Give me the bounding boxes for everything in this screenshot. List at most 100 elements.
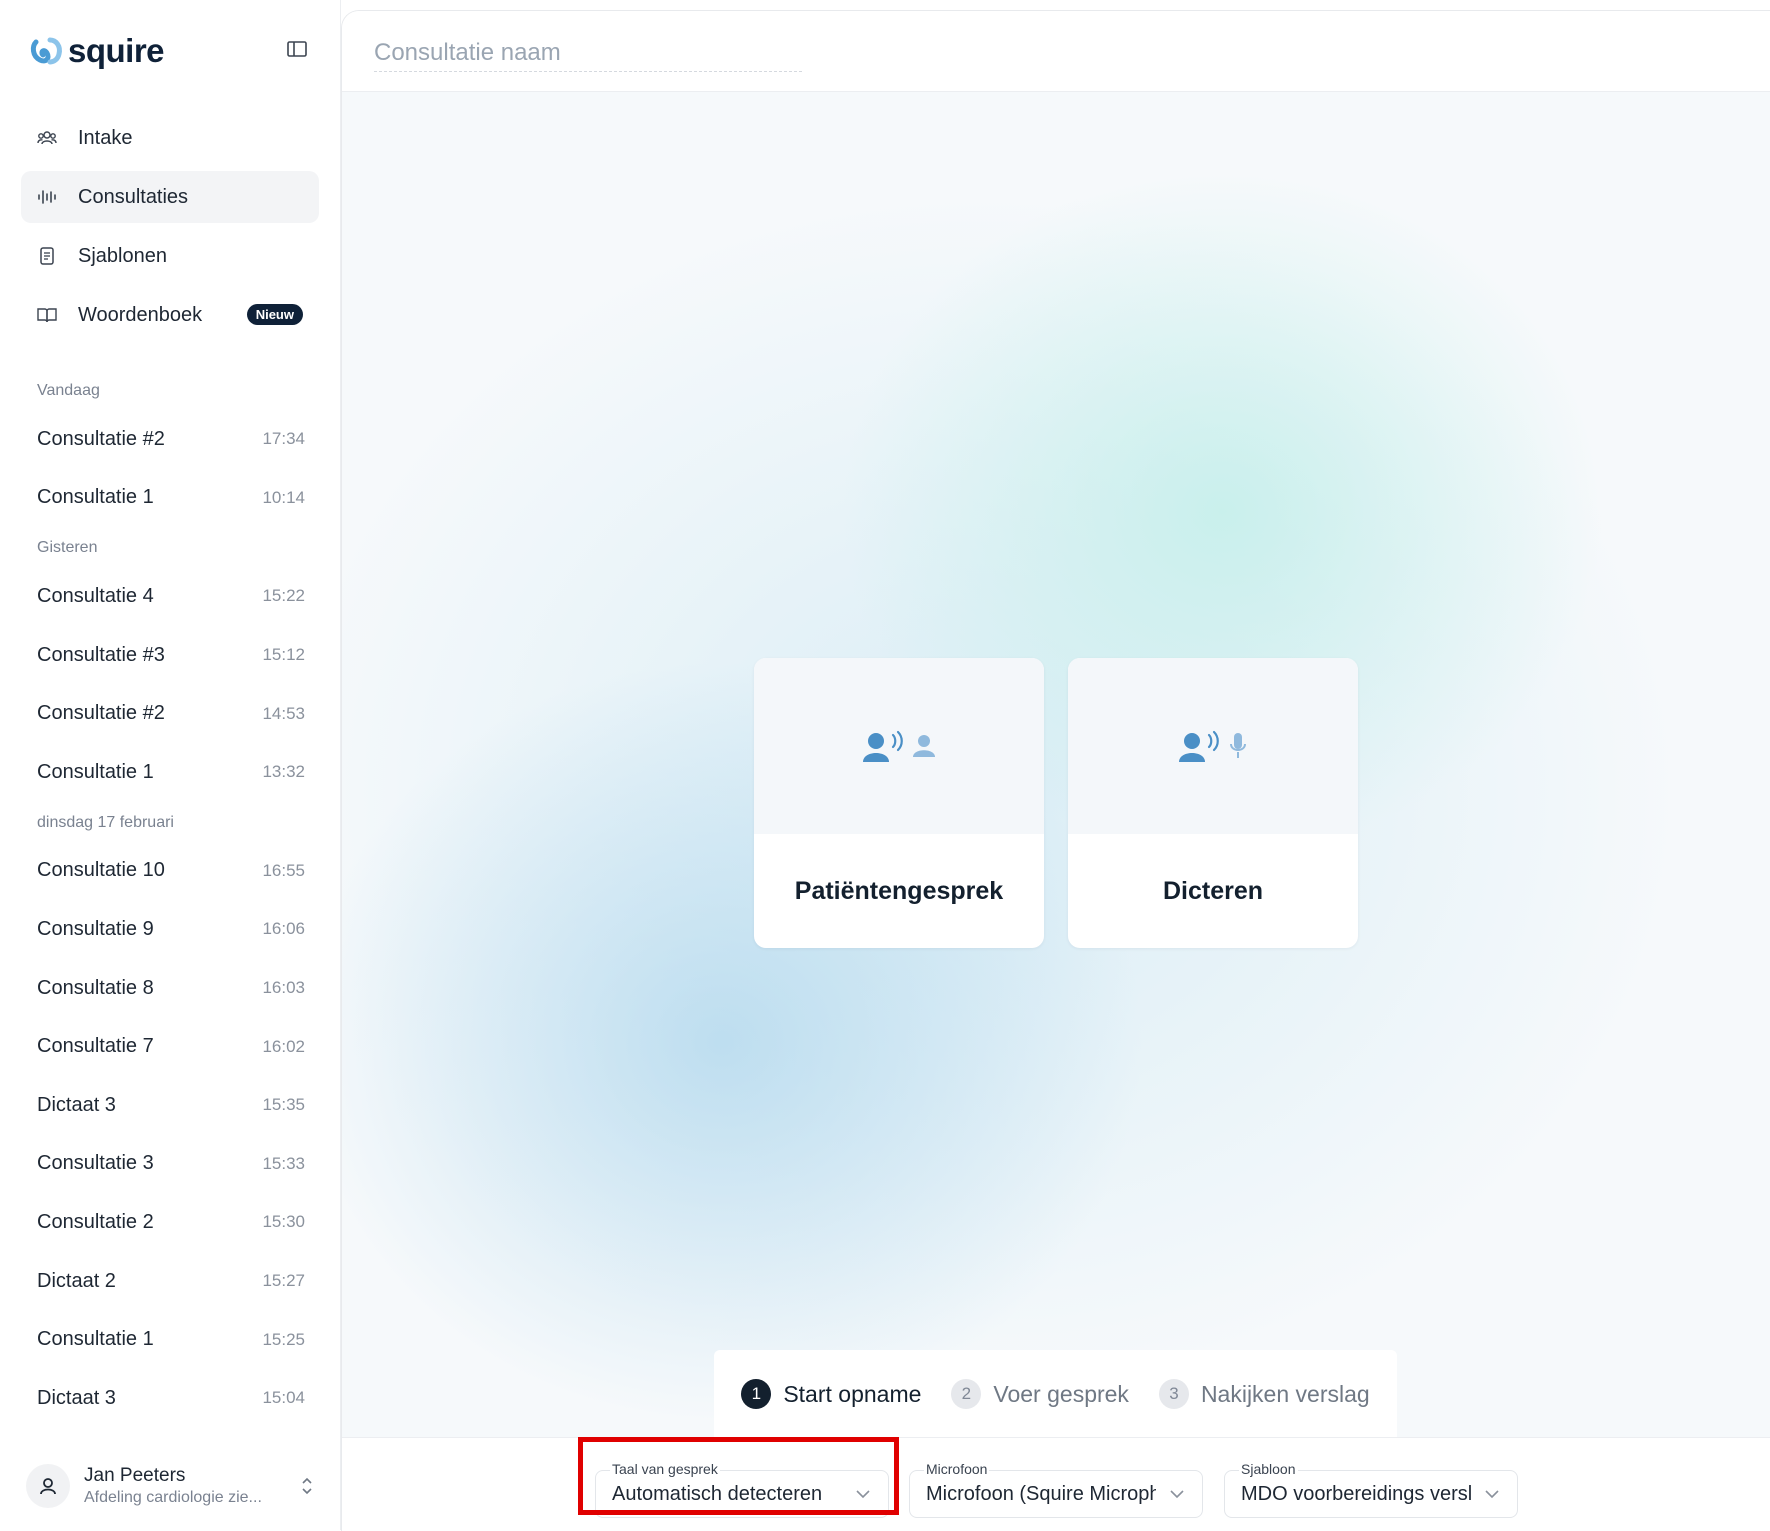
card-label: Dicteren (1162, 876, 1264, 905)
history-time: 15:22 (262, 586, 305, 606)
history-time: 15:35 (262, 1095, 305, 1115)
squire-logo-icon (30, 37, 62, 65)
step-label: Voer gesprek (993, 1380, 1129, 1407)
nav-label: Consultaties (78, 185, 189, 208)
history-item[interactable]: Consultatie 1 13:32 (37, 743, 305, 802)
consultation-name-input[interactable] (374, 35, 802, 72)
card-illustration (754, 658, 1044, 834)
history-time: 17:34 (262, 429, 305, 449)
step-label: Nakijken verslag (1200, 1380, 1370, 1407)
history-item[interactable]: Consultatie #3 15:12 (37, 626, 305, 685)
history-item[interactable]: Consultatie 2 15:30 (37, 1193, 305, 1252)
dictate-card[interactable]: Dicteren (1068, 658, 1358, 948)
waveform-icon (37, 187, 57, 207)
progress-steps: 1 Start opname 2 Voer gesprek 3 Nakijken… (714, 1350, 1397, 1438)
language-select[interactable]: Taal van gesprek Automatisch detecteren (595, 1461, 889, 1518)
history-title: Dictaat 3 (37, 1386, 116, 1409)
users-icon (37, 128, 57, 148)
nav-label: Woordenboek (78, 303, 203, 326)
select-label: Taal van gesprek (610, 1461, 720, 1477)
history-time: 16:03 (262, 978, 305, 998)
user-department: Afdeling cardiologie zie... (84, 1489, 262, 1506)
history-item[interactable]: Consultatie 3 15:33 (37, 1135, 305, 1194)
nav-item-sjablonen[interactable]: Sjablonen (21, 230, 319, 282)
step-review-report: 3 Nakijken verslag (1158, 1379, 1370, 1409)
history-time: 15:33 (262, 1153, 305, 1173)
history-time: 14:53 (262, 703, 305, 723)
history-title: Consultatie 4 (37, 584, 154, 607)
history-group-label: Vandaag (37, 382, 100, 399)
person-icon (913, 735, 935, 757)
chevron-down-icon (1483, 1485, 1501, 1503)
brand-name: squire (68, 32, 165, 69)
history-time: 15:25 (262, 1329, 305, 1349)
select-label: Sjabloon (1239, 1461, 1298, 1477)
history-title: Consultatie 2 (37, 1210, 154, 1233)
document-icon (37, 246, 57, 266)
history-group-label: Gisteren (37, 539, 98, 557)
history-title: Consultatie 1 (37, 1328, 154, 1351)
history-time: 15:30 (262, 1212, 305, 1232)
history-title: Consultatie #2 (37, 702, 165, 725)
history-title: Consultatie 9 (37, 917, 154, 940)
history-item[interactable]: Consultatie 1 15:25 (37, 1310, 305, 1369)
history-title: Consultatie #3 (37, 643, 165, 666)
history-item[interactable]: Consultatie 1 10:14 (37, 469, 305, 528)
step-label: Start opname (783, 1380, 922, 1407)
history-title: Consultatie 7 (37, 1035, 154, 1058)
card-illustration (1068, 658, 1358, 834)
history-title: Consultatie 3 (37, 1152, 154, 1175)
history-title: Consultatie 8 (37, 976, 154, 999)
collapse-sidebar-button[interactable] (286, 38, 308, 60)
history-item[interactable]: Consultatie 9 16:06 (37, 900, 305, 959)
user-name: Jan Peeters (84, 1465, 186, 1486)
history-item[interactable]: Consultatie #2 14:53 (37, 684, 305, 743)
user-menu[interactable]: Jan Peeters Afdeling cardiologie zie... (26, 1458, 316, 1514)
nav-label: Sjablonen (78, 244, 167, 267)
chevron-down-icon (1168, 1485, 1186, 1503)
history-item[interactable]: Consultatie 4 15:22 (37, 567, 305, 626)
consultation-history: Vandaag Consultatie #2 17:34 Consultatie … (37, 370, 305, 1428)
history-group-label: dinsdag 17 februari (37, 813, 174, 831)
main-panel: Patiëntengesprek Dicteren 1 (341, 10, 1770, 1531)
history-time: 13:32 (262, 762, 305, 782)
patient-conversation-card[interactable]: Patiëntengesprek (754, 658, 1044, 948)
top-bar (342, 11, 1770, 92)
sidebar: squire Intake Consultaties Sjablonen Woo… (0, 0, 341, 1530)
speaking-person-icon (1179, 730, 1219, 762)
history-time: 15:27 (262, 1271, 305, 1291)
chevron-up-down-icon (298, 1473, 316, 1499)
step-number: 1 (741, 1379, 772, 1409)
history-item[interactable]: Dictaat 3 15:35 (37, 1076, 305, 1135)
history-item[interactable]: Consultatie #2 17:34 (37, 410, 305, 469)
nav-item-consultaties[interactable]: Consultaties (21, 171, 319, 223)
step-start-recording: 1 Start opname (741, 1379, 921, 1409)
nav-label: Intake (78, 126, 133, 149)
bottom-controls: Taal van gesprek Automatisch detecteren … (342, 1437, 1770, 1531)
history-item[interactable]: Consultatie 10 16:55 (37, 842, 305, 901)
history-time: 15:04 (262, 1388, 305, 1408)
template-select[interactable]: Sjabloon MDO voorbereidings versl (1224, 1461, 1518, 1518)
history-title: Dictaat 2 (37, 1269, 116, 1292)
avatar (26, 1464, 70, 1508)
select-value: MDO voorbereidings versl (1241, 1483, 1471, 1505)
history-item[interactable]: Dictaat 3 15:04 (37, 1369, 305, 1428)
history-time: 16:02 (262, 1036, 305, 1056)
speaking-person-icon (863, 730, 903, 762)
brand-logo[interactable]: squire (30, 30, 165, 72)
history-title: Consultatie 1 (37, 486, 154, 509)
history-time: 16:06 (262, 919, 305, 939)
nav-item-woordenboek[interactable]: Woordenboek Nieuw (21, 289, 319, 341)
step-number: 2 (951, 1379, 982, 1409)
history-item[interactable]: Consultatie 8 16:03 (37, 959, 305, 1018)
card-label: Patiëntengesprek (794, 876, 1004, 905)
select-value: Automatisch detecteren (612, 1483, 823, 1505)
microphone-select[interactable]: Microfoon Microfoon (Squire Microph (909, 1461, 1203, 1518)
history-item[interactable]: Consultatie 7 16:02 (37, 1017, 305, 1076)
history-item[interactable]: Dictaat 2 15:27 (37, 1252, 305, 1311)
history-title: Consultatie 1 (37, 760, 154, 783)
main-nav: Intake Consultaties Sjablonen Woordenboe… (21, 112, 319, 348)
nav-item-intake[interactable]: Intake (21, 112, 319, 164)
step-conversation: 2 Voer gesprek (951, 1379, 1129, 1409)
history-title: Consultatie #2 (37, 427, 165, 450)
